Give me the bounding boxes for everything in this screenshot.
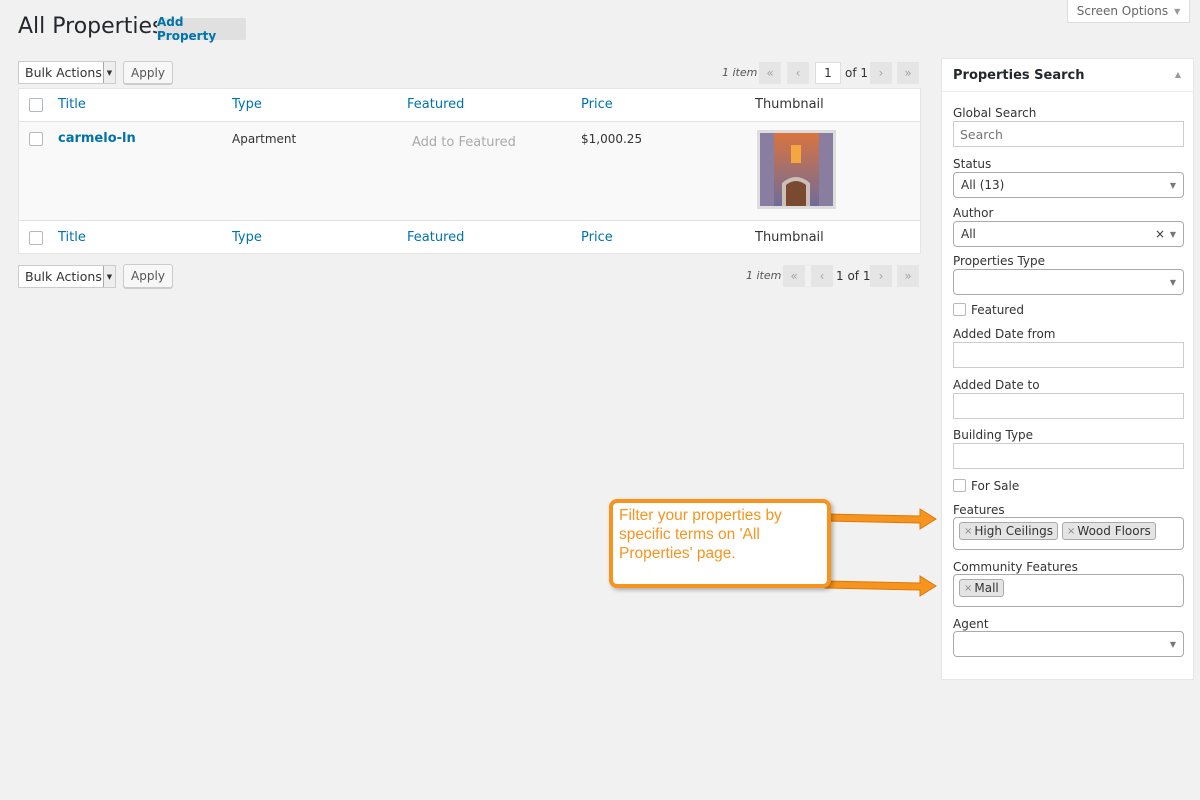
table-header: Title Type Featured Price Thumbnail: [19, 89, 920, 122]
bulk-actions-value: Bulk Actions: [25, 65, 102, 80]
item-count: 1 item: [722, 66, 758, 79]
last-page-button[interactable]: »: [897, 62, 919, 84]
remove-tag-icon[interactable]: ×: [964, 526, 972, 537]
property-type: Apartment: [232, 132, 297, 146]
next-page-button[interactable]: ›: [870, 62, 892, 84]
apply-button[interactable]: Apply: [123, 61, 173, 84]
community-tag-label: Mall: [974, 581, 999, 595]
chevron-down-icon: ▼: [1169, 180, 1176, 190]
callout-box: Filter your properties by specific terms…: [609, 499, 831, 588]
column-title[interactable]: Title: [58, 97, 86, 112]
total-pages: of 1: [845, 66, 869, 80]
community-features-label: Community Features: [953, 560, 1078, 574]
chevron-down-icon: ▼: [1169, 229, 1176, 239]
global-search-input[interactable]: [953, 121, 1184, 147]
agent-select[interactable]: ▼: [953, 631, 1184, 657]
for-sale-label: For Sale: [971, 479, 1020, 493]
bulk-actions-select[interactable]: Bulk Actions ▼: [18, 61, 116, 84]
column-title-bottom[interactable]: Title: [58, 230, 86, 245]
remove-tag-icon[interactable]: ×: [964, 583, 972, 594]
property-thumbnail[interactable]: [757, 130, 836, 209]
properties-type-label: Properties Type: [953, 254, 1046, 268]
community-features-multiselect[interactable]: × Mall: [953, 574, 1184, 607]
last-page-button-bottom[interactable]: »: [897, 265, 919, 287]
agent-label: Agent: [953, 617, 989, 631]
featured-checkbox[interactable]: [953, 303, 966, 316]
row-checkbox[interactable]: [29, 132, 43, 146]
page-display-bottom: 1 of 1: [836, 269, 871, 283]
feature-tag: × Wood Floors: [1062, 522, 1156, 540]
features-multiselect[interactable]: × High Ceilings × Wood Floors: [953, 517, 1184, 550]
column-thumbnail-bottom: Thumbnail: [755, 230, 824, 245]
first-page-button[interactable]: «: [759, 62, 781, 84]
select-all-checkbox[interactable]: [29, 98, 43, 112]
current-page-input[interactable]: 1: [815, 62, 841, 84]
screen-options-button[interactable]: Screen Options ▼: [1067, 0, 1190, 23]
global-search-label: Global Search: [953, 106, 1037, 120]
house-entrance-photo-icon: [760, 133, 833, 206]
remove-tag-icon[interactable]: ×: [1067, 526, 1075, 537]
property-title-link[interactable]: carmelo-ln: [58, 131, 136, 146]
column-featured-bottom[interactable]: Featured: [407, 230, 464, 245]
add-property-button[interactable]: Add Property: [157, 15, 246, 43]
properties-type-select[interactable]: ▼: [953, 269, 1184, 295]
panel-header[interactable]: Properties Search ▲: [942, 59, 1193, 92]
page-title: All Properties: [18, 14, 164, 39]
item-count-bottom: 1 item: [746, 269, 782, 282]
status-value: All (13): [961, 178, 1005, 192]
column-price-bottom[interactable]: Price: [581, 230, 613, 245]
column-thumbnail: Thumbnail: [755, 97, 824, 112]
add-to-featured-link[interactable]: Add to Featured: [412, 135, 516, 150]
author-value: All: [961, 227, 976, 241]
added-date-to-label: Added Date to: [953, 378, 1040, 392]
chevron-down-icon: ▼: [1169, 277, 1176, 287]
prev-page-button-bottom[interactable]: ‹: [811, 265, 833, 287]
prev-page-button[interactable]: ‹: [787, 62, 809, 84]
callout-text: Filter your properties by specific terms…: [619, 507, 782, 562]
screen-options-label: Screen Options: [1076, 4, 1169, 18]
chevron-down-icon: ▼: [103, 62, 115, 83]
for-sale-checkbox[interactable]: [953, 479, 966, 492]
features-label: Features: [953, 503, 1005, 517]
table-row: carmelo-ln Apartment Add to Featured $1,…: [19, 122, 920, 221]
chevron-down-icon: ▼: [1169, 639, 1176, 649]
added-date-to-input[interactable]: [953, 393, 1184, 419]
column-type[interactable]: Type: [232, 97, 262, 112]
callout-arrows-icon: [824, 508, 937, 597]
added-date-from-label: Added Date from: [953, 327, 1056, 341]
select-all-checkbox-bottom[interactable]: [29, 231, 43, 245]
building-type-input[interactable]: [953, 443, 1184, 469]
panel-title: Properties Search: [953, 68, 1085, 83]
caret-down-icon: ▼: [1174, 6, 1181, 16]
added-date-from-input[interactable]: [953, 342, 1184, 368]
chevron-down-icon: ▼: [103, 266, 115, 287]
collapse-arrow-icon[interactable]: ▲: [1175, 70, 1181, 79]
column-featured[interactable]: Featured: [407, 97, 464, 112]
next-page-button-bottom[interactable]: ›: [870, 265, 892, 287]
community-tag: × Mall: [959, 579, 1004, 597]
bulk-actions-select-bottom[interactable]: Bulk Actions ▼: [18, 265, 116, 288]
first-page-button-bottom[interactable]: «: [783, 265, 805, 287]
properties-table: Title Type Featured Price Thumbnail carm…: [18, 88, 921, 254]
column-type-bottom[interactable]: Type: [232, 230, 262, 245]
column-price[interactable]: Price: [581, 97, 613, 112]
table-footer: Title Type Featured Price Thumbnail: [19, 222, 920, 254]
feature-tag-label: High Ceilings: [974, 524, 1054, 538]
feature-tag-label: Wood Floors: [1077, 524, 1151, 538]
status-label: Status: [953, 157, 992, 171]
author-label: Author: [953, 206, 994, 220]
clear-icon[interactable]: ×: [1155, 227, 1165, 241]
property-price: $1,000.25: [581, 132, 643, 146]
bulk-actions-value-bottom: Bulk Actions: [25, 269, 102, 284]
properties-search-panel: Properties Search ▲ Global Search Status…: [941, 58, 1194, 680]
author-select[interactable]: All × ▼: [953, 221, 1184, 247]
feature-tag: × High Ceilings: [959, 522, 1059, 540]
featured-label: Featured: [971, 303, 1024, 317]
status-select[interactable]: All (13) ▼: [953, 172, 1184, 198]
building-type-label: Building Type: [953, 428, 1034, 442]
apply-button-bottom[interactable]: Apply: [123, 264, 173, 288]
